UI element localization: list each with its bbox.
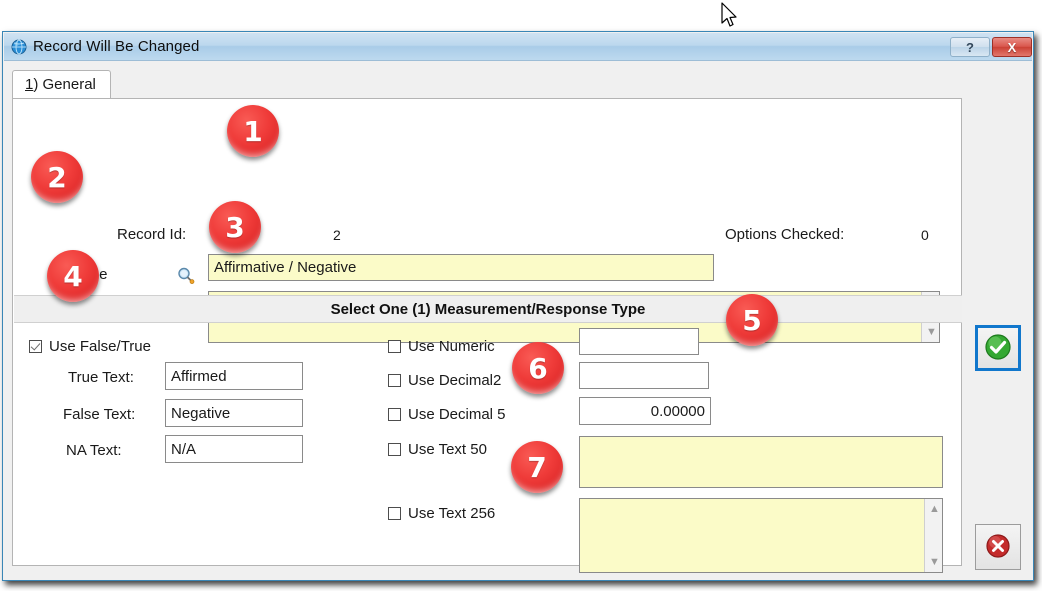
decimal2-input[interactable] bbox=[579, 362, 709, 389]
tab-general[interactable]: 1) General bbox=[12, 70, 111, 99]
annotation-badge-3: 3 bbox=[209, 201, 261, 253]
checkbox-use-numeric[interactable]: Use Numeric bbox=[388, 338, 495, 355]
text256-scrollbar[interactable]: ▲ ▼ bbox=[924, 499, 942, 572]
checkbox-use-decimal5-label: Use Decimal 5 bbox=[408, 406, 506, 423]
record-id-value: 2 bbox=[333, 227, 341, 243]
true-text-input[interactable]: Affirmed bbox=[165, 362, 303, 390]
annotation-badge-7: 7 bbox=[511, 441, 563, 493]
title-bar[interactable]: Record Will Be Changed ? X bbox=[4, 33, 1032, 61]
checkbox-icon[interactable] bbox=[388, 408, 401, 421]
mouse-cursor-icon bbox=[719, 1, 739, 31]
checkbox-use-text50[interactable]: Use Text 50 bbox=[388, 441, 487, 458]
checkbox-icon[interactable] bbox=[29, 340, 42, 353]
annotation-badge-5: 5 bbox=[726, 294, 778, 346]
options-checked-label: Options Checked: bbox=[725, 226, 844, 243]
na-text-input[interactable]: N/A bbox=[165, 435, 303, 463]
section-title: Select One (1) Measurement/Response Type bbox=[331, 301, 646, 318]
dialog-window: Record Will Be Changed ? X 1) General Re… bbox=[2, 31, 1034, 581]
green-check-icon bbox=[984, 333, 1012, 364]
scroll-down-icon[interactable]: ▼ bbox=[926, 327, 936, 337]
window-title: Record Will Be Changed bbox=[33, 38, 199, 55]
text256-input[interactable]: ▲ ▼ bbox=[579, 498, 943, 573]
section-header: Select One (1) Measurement/Response Type bbox=[14, 295, 962, 323]
scroll-down-icon[interactable]: ▼ bbox=[929, 557, 939, 567]
tab-strip: 1) General bbox=[12, 70, 1024, 99]
type-input[interactable]: Affirmative / Negative bbox=[208, 254, 714, 281]
checkbox-use-text256[interactable]: Use Text 256 bbox=[388, 505, 495, 522]
checkbox-icon[interactable] bbox=[388, 374, 401, 387]
checkbox-icon[interactable] bbox=[388, 443, 401, 456]
checkbox-use-decimal2[interactable]: Use Decimal2 bbox=[388, 372, 501, 389]
checkbox-use-decimal2-label: Use Decimal2 bbox=[408, 372, 501, 389]
checkbox-icon[interactable] bbox=[388, 340, 401, 353]
false-text-input[interactable]: Negative bbox=[165, 399, 303, 427]
record-id-label: Record Id: bbox=[117, 226, 186, 243]
annotation-badge-6: 6 bbox=[512, 342, 564, 394]
false-text-label: False Text: bbox=[63, 406, 135, 423]
checkbox-use-text50-label: Use Text 50 bbox=[408, 441, 487, 458]
annotation-badge-1: 1 bbox=[227, 105, 279, 157]
annotation-badge-2: 2 bbox=[31, 151, 83, 203]
cancel-button[interactable] bbox=[975, 524, 1021, 570]
red-x-icon bbox=[984, 532, 1012, 563]
help-button[interactable]: ? bbox=[950, 37, 990, 57]
checkbox-use-false-true-label: Use False/True bbox=[49, 338, 151, 355]
annotation-badge-4: 4 bbox=[47, 250, 99, 302]
checkbox-use-text256-label: Use Text 256 bbox=[408, 505, 495, 522]
checkbox-icon[interactable] bbox=[388, 507, 401, 520]
options-checked-value: 0 bbox=[921, 227, 929, 243]
general-panel: Record Id: 2 Options Checked: 0 Type Aff… bbox=[12, 98, 962, 566]
checkbox-use-numeric-label: Use Numeric bbox=[408, 338, 495, 355]
text50-input[interactable] bbox=[579, 436, 943, 488]
globe-icon bbox=[11, 39, 27, 55]
numeric-input[interactable] bbox=[579, 328, 699, 355]
tab-general-label: ) General bbox=[33, 76, 96, 93]
close-button[interactable]: X bbox=[992, 37, 1032, 57]
checkbox-use-decimal5[interactable]: Use Decimal 5 bbox=[388, 406, 506, 423]
na-text-label: NA Text: bbox=[66, 442, 122, 459]
ok-button[interactable] bbox=[975, 325, 1021, 371]
decimal5-input[interactable]: 0.00000 bbox=[579, 397, 711, 425]
true-text-label: True Text: bbox=[68, 369, 134, 386]
search-icon[interactable] bbox=[176, 266, 196, 286]
checkbox-use-false-true[interactable]: Use False/True bbox=[29, 338, 151, 355]
scroll-up-icon[interactable]: ▲ bbox=[929, 504, 939, 514]
